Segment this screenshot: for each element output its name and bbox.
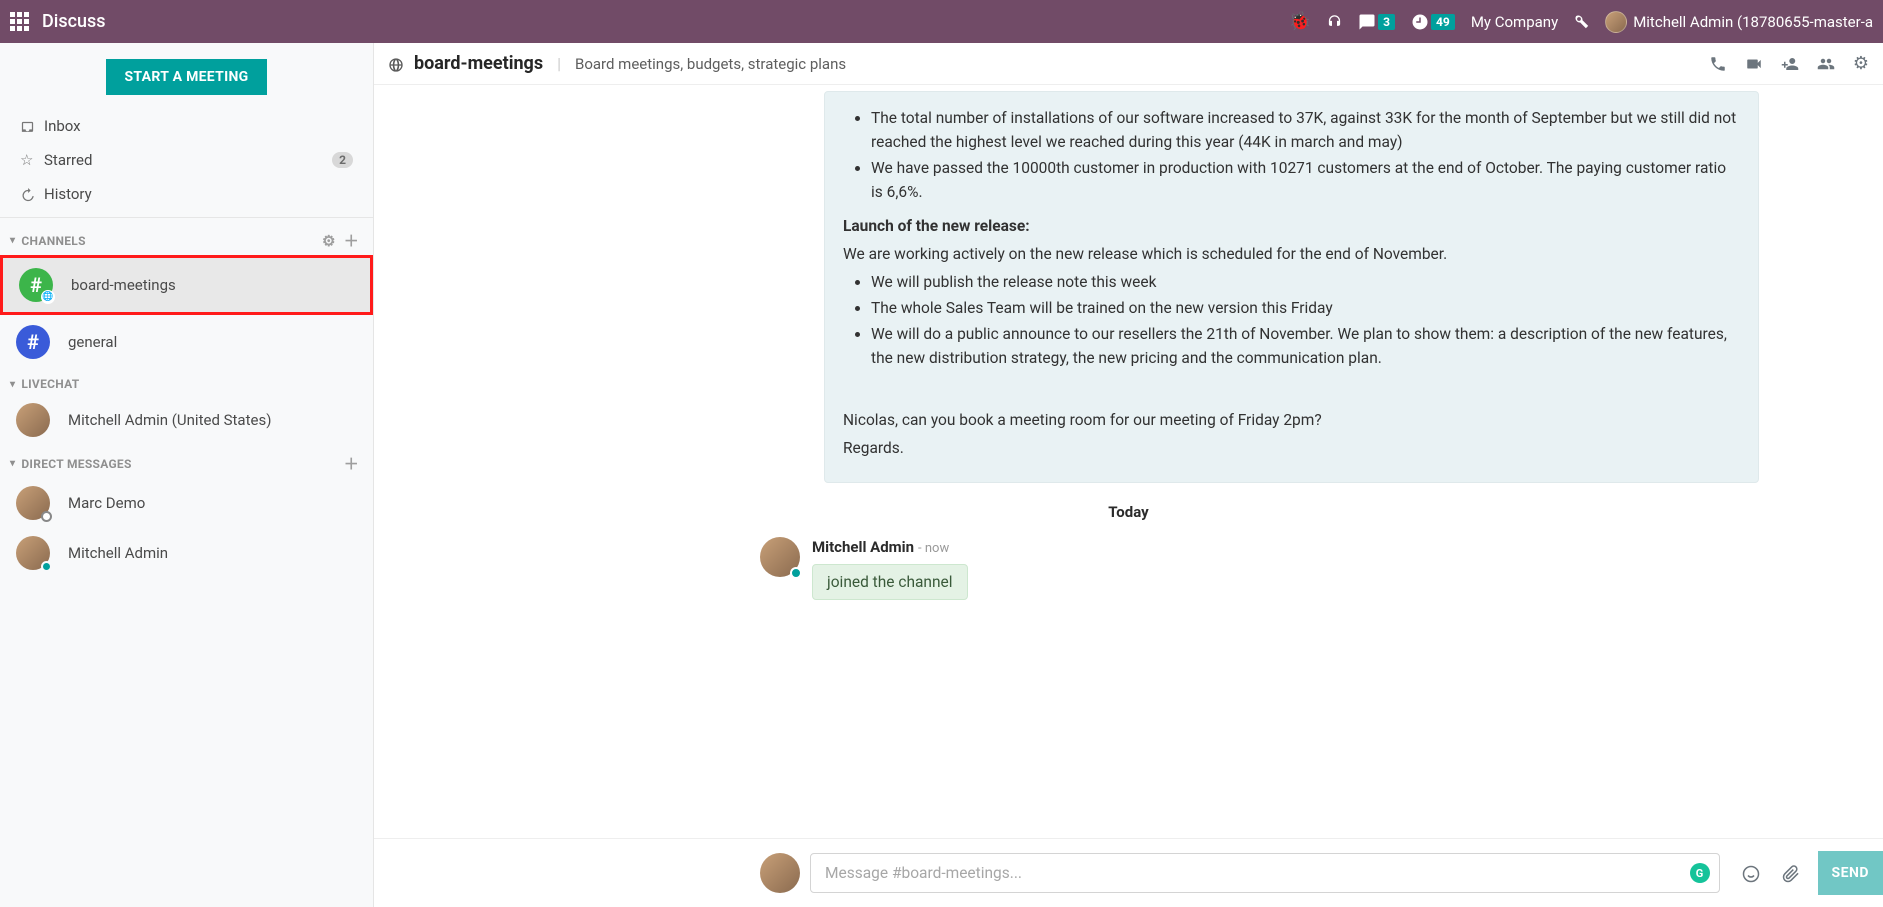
channel-board-meetings[interactable]: #🌐 board-meetings <box>0 255 373 315</box>
starred-label: Starred <box>44 151 332 169</box>
hash-icon: #🌐 <box>19 268 53 302</box>
channel-general[interactable]: # general <box>0 315 373 369</box>
chevron-down-icon: ▾ <box>10 458 15 469</box>
grammarly-icon[interactable]: G <box>1690 863 1710 883</box>
activities-badge: 49 <box>1431 14 1455 30</box>
activities-indicator[interactable]: 49 <box>1411 11 1455 32</box>
inbox-label: Inbox <box>44 117 353 135</box>
sidebar: START A MEETING Inbox ☆ Starred 2 Histor… <box>0 43 374 907</box>
app-title: Discuss <box>42 11 106 32</box>
message-line: The total number of installations of our… <box>871 106 1740 154</box>
presence-online-icon <box>41 561 52 572</box>
message-input[interactable] <box>810 853 1720 893</box>
history-icon <box>20 185 44 203</box>
avatar <box>760 853 800 893</box>
dm-name: Mitchell Admin <box>68 544 168 562</box>
message-line: We will do a public announce to our rese… <box>871 322 1740 370</box>
company-switcher[interactable]: My Company <box>1471 13 1558 31</box>
user-menu[interactable]: Mitchell Admin (18780655-master-a <box>1605 11 1873 33</box>
livechat-item[interactable]: Mitchell Admin (United States) <box>0 395 373 445</box>
members-icon[interactable] <box>1817 53 1835 74</box>
avatar <box>16 486 50 520</box>
message-line: Nicolas, can you book a meeting room for… <box>843 408 1740 432</box>
livechat-name: Mitchell Admin (United States) <box>68 411 271 429</box>
message-line: Regards. <box>843 436 1740 460</box>
channels-section-head[interactable]: ▾ CHANNELS ⚙ ＋ <box>0 222 373 255</box>
dm-label: DIRECT MESSAGES <box>21 457 335 471</box>
globe-mini-icon: 🌐 <box>41 290 55 304</box>
add-dm-icon[interactable]: ＋ <box>344 453 359 474</box>
gear-icon[interactable]: ⚙ <box>322 232 336 250</box>
starred-count: 2 <box>332 152 353 168</box>
message-card: The total number of installations of our… <box>824 91 1759 483</box>
start-meeting-button[interactable]: START A MEETING <box>106 59 266 95</box>
avatar <box>16 536 50 570</box>
phone-icon[interactable] <box>1709 53 1727 74</box>
presence-away-icon <box>41 511 52 522</box>
gear-icon[interactable]: ⚙ <box>1853 53 1869 74</box>
livechat-label: LIVECHAT <box>21 377 359 391</box>
username: Mitchell Admin (18780655-master-a <box>1633 13 1873 31</box>
dm-name: Marc Demo <box>68 494 145 512</box>
starred-nav[interactable]: ☆ Starred 2 <box>0 143 373 177</box>
thread-description: Board meetings, budgets, strategic plans <box>575 55 846 73</box>
send-button[interactable]: SEND <box>1818 851 1883 895</box>
video-icon[interactable] <box>1745 53 1763 74</box>
bug-icon[interactable]: 🐞 <box>1289 11 1311 32</box>
apps-icon[interactable] <box>10 12 30 32</box>
channel-label: general <box>68 333 117 351</box>
composer: G SEND <box>374 838 1883 907</box>
channels-label: CHANNELS <box>21 234 314 248</box>
avatar <box>760 537 800 577</box>
message-line: We have passed the 10000th customer in p… <box>871 156 1740 204</box>
avatar <box>16 403 50 437</box>
notification-text: joined the channel <box>812 564 968 600</box>
message-time: - now <box>918 541 949 556</box>
message-line: The whole Sales Team will be trained on … <box>871 296 1740 320</box>
emoji-icon[interactable] <box>1742 863 1760 884</box>
messages-badge: 3 <box>1378 14 1395 30</box>
hash-icon: # <box>16 325 50 359</box>
attachment-icon[interactable] <box>1782 863 1800 884</box>
message-line: We are working actively on the new relea… <box>843 242 1740 266</box>
date-divider: Today <box>374 483 1883 529</box>
message-line: We will publish the release note this we… <box>871 270 1740 294</box>
topbar: Discuss 🐞 3 49 My Company Mitchell Admin… <box>0 0 1883 43</box>
chevron-down-icon: ▾ <box>10 379 15 390</box>
message-list: The total number of installations of our… <box>374 85 1883 838</box>
message-notification: Mitchell Admin - now joined the channel <box>374 529 1883 600</box>
livechat-section-head[interactable]: ▾ LIVECHAT <box>0 369 373 395</box>
dm-mitchell-admin[interactable]: Mitchell Admin <box>0 528 373 578</box>
chevron-down-icon: ▾ <box>10 235 15 246</box>
debug-icon[interactable] <box>1574 14 1589 29</box>
add-channel-icon[interactable]: ＋ <box>344 230 359 251</box>
thread-pane: board-meetings | Board meetings, budgets… <box>374 43 1883 907</box>
dm-marc-demo[interactable]: Marc Demo <box>0 478 373 528</box>
presence-online-icon <box>790 567 802 579</box>
channel-label: board-meetings <box>71 276 176 294</box>
inbox-nav[interactable]: Inbox <box>0 109 373 143</box>
history-label: History <box>44 185 353 203</box>
globe-icon <box>388 54 404 73</box>
messages-indicator[interactable]: 3 <box>1358 11 1395 32</box>
star-icon: ☆ <box>20 151 44 169</box>
message-author: Mitchell Admin <box>812 538 914 556</box>
message-subhead: Launch of the new release: <box>843 217 1030 235</box>
avatar <box>1605 11 1627 33</box>
dm-section-head[interactable]: ▾ DIRECT MESSAGES ＋ <box>0 445 373 478</box>
thread-header: board-meetings | Board meetings, budgets… <box>374 43 1883 85</box>
history-nav[interactable]: History <box>0 177 373 211</box>
thread-name: board-meetings <box>414 53 543 74</box>
add-user-icon[interactable] <box>1781 53 1799 74</box>
inbox-icon <box>20 117 44 135</box>
support-icon[interactable] <box>1327 14 1342 29</box>
